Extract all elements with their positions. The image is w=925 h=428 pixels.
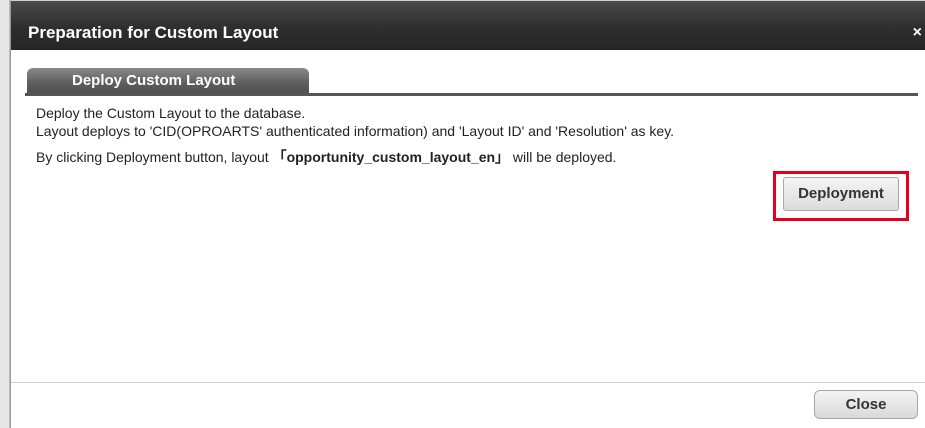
custom-layout-dialog: Preparation for Custom Layout × Deploy C… [10,0,925,428]
dialog-titlebar: Preparation for Custom Layout × [11,0,925,50]
dialog-content: Deploy the Custom Layout to the database… [36,104,896,166]
description-line-2: Layout deploys to 'CID(OPROARTS' authent… [36,123,675,139]
line3-suffix: will be deployed. [509,149,617,165]
close-icon[interactable]: × [913,25,922,41]
footer-divider [11,382,925,383]
close-button[interactable]: Close [814,390,918,419]
dialog-title: Preparation for Custom Layout [28,23,279,42]
line3-prefix: By clicking Deployment button, layout [36,149,273,165]
background-window-edge [0,0,10,428]
description-line-1: Deploy the Custom Layout to the database… [36,105,306,121]
tab-deploy-custom-layout[interactable]: Deploy Custom Layout [27,68,309,94]
deployment-button[interactable]: Deployment [783,177,899,211]
description-line-3: By clicking Deployment button, layout 「o… [36,148,896,166]
layout-name: 「opportunity_custom_layout_en」 [272,149,510,165]
tab-divider [25,93,918,96]
